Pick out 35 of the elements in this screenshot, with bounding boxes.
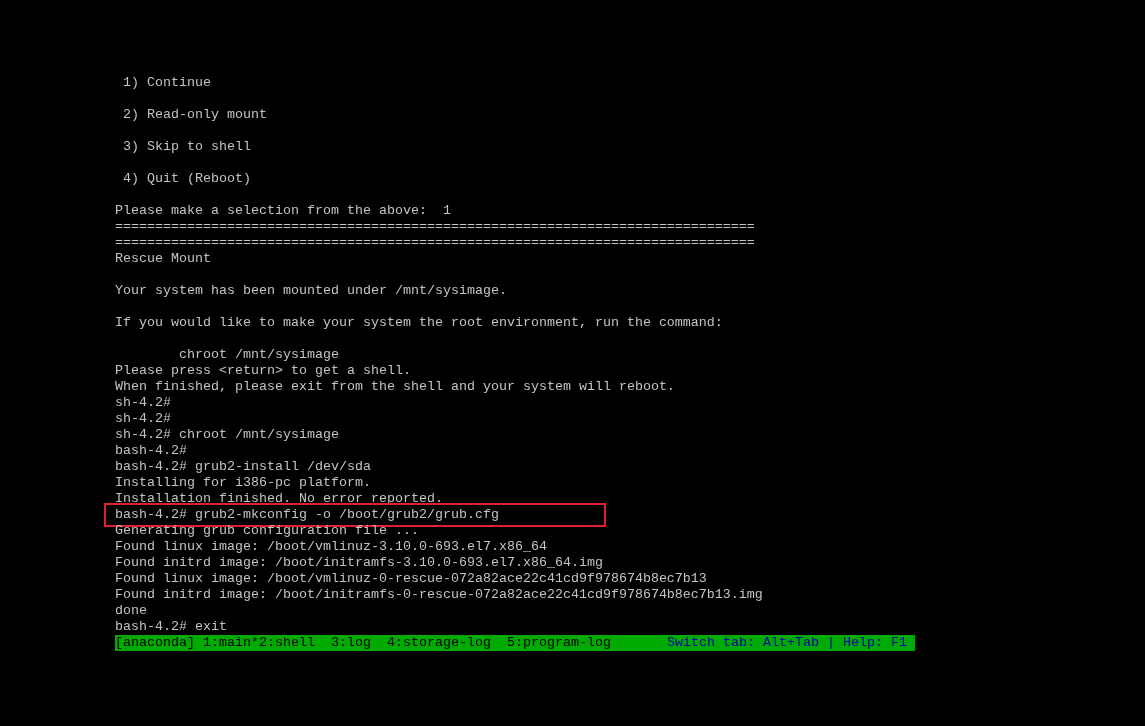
tab-item[interactable]: 5:program-log [506,635,611,651]
terminal-line: 3) Skip to shell [122,139,251,154]
terminal-line: Rescue Mount [115,251,211,266]
terminal-line: Installation finished. No error reported. [115,491,443,506]
terminal-line: bash-4.2# grub2-mkconfig -o /boot/grub2/grub.cfg [115,507,499,522]
terminal-line: Found linux image: /boot/vmlinuz-0-rescue-072a82ace22c41cd9f978674b8ec7b13 [115,571,707,586]
tab-item[interactable]: 2:shell [259,635,315,651]
terminal-line: Please make a selection from the above: 1 [115,203,451,218]
terminal-line: done [115,603,147,618]
terminal-line: ================================================================================ [115,219,755,234]
terminal-line: Your system has been mounted under /mnt/sysimage. [115,283,507,298]
session-label: [anaconda] [115,635,195,651]
terminal-line: When finished, please exit from the shell and your system will reboot. [115,379,675,394]
terminal-line: Generating grub configuration file ... [115,523,419,538]
tab-item[interactable]: 1:main* [203,635,259,651]
help-hint: Switch tab: Alt+Tab | Help: F1 [666,635,907,651]
terminal-line: 2) Read-only mount [122,107,267,122]
terminal-line: sh-4.2# [115,395,171,410]
terminal-line: 1) Continue [122,75,211,90]
terminal-line: sh-4.2# chroot /mnt/sysimage [115,427,339,442]
terminal-line: sh-4.2# [115,411,171,426]
terminal-line: Please press <return> to get a shell. [115,363,411,378]
terminal-line: Found initrd image: /boot/initramfs-0-rescue-072a82ace22c41cd9f978674b8ec7b13.img [115,587,763,602]
terminal-line: chroot /mnt/sysimage [178,347,339,362]
terminal-line: Found linux image: /boot/vmlinuz-3.10.0-693.el7.x86_64 [115,539,547,554]
terminal-line: 4) Quit (Reboot) [122,171,251,186]
terminal-line: Installing for i386-pc platform. [115,475,371,490]
tab-item[interactable]: 4:storage-log [387,635,491,651]
terminal-line: bash-4.2# [115,443,187,458]
terminal-line: bash-4.2# exit [115,619,227,634]
terminal-line: Found initrd image: /boot/initramfs-3.10.0-693.el7.x86_64.img [115,555,603,570]
terminal-line: If you would like to make your system the root environment, run the command: [115,315,723,330]
terminal-line: bash-4.2# grub2-install /dev/sda [115,459,371,474]
terminal-line: ================================================================================ [115,235,755,250]
tab-item[interactable]: 3:log [331,635,371,651]
